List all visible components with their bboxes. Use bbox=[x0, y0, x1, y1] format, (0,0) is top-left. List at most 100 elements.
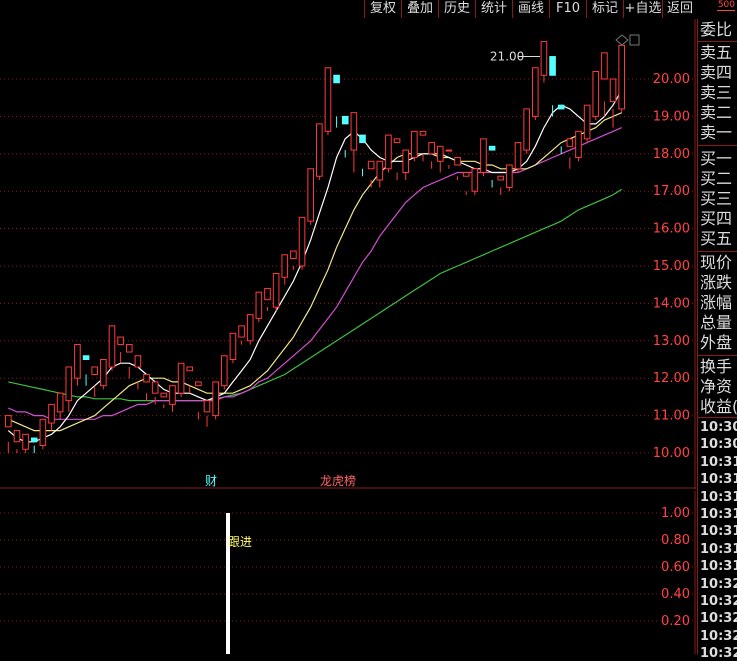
tick-time[interactable]: 10:31 bbox=[700, 508, 737, 522]
candle bbox=[428, 142, 435, 155]
tick-time[interactable]: 10:31 bbox=[700, 542, 737, 557]
statistics-button[interactable]: 统计 bbox=[475, 0, 512, 18]
candle bbox=[419, 130, 427, 136]
candle bbox=[169, 385, 176, 405]
tick-time[interactable]: 10:31 bbox=[700, 525, 737, 539]
panel-row-bid2: 买二 bbox=[700, 169, 733, 188]
history-button[interactable]: 历史 bbox=[438, 0, 475, 18]
panel-separator bbox=[698, 355, 737, 356]
panel-row-outer: 外盘 bbox=[700, 333, 733, 352]
tick-time[interactable]: 10:32 bbox=[700, 577, 737, 592]
candle bbox=[557, 104, 565, 110]
candle bbox=[281, 254, 289, 278]
financial-marker[interactable]: 财 bbox=[205, 474, 217, 488]
panel-row-ask4: 卖四 bbox=[700, 63, 733, 82]
tick-time[interactable]: 10:31 bbox=[700, 455, 737, 470]
candle bbox=[583, 104, 591, 140]
tick-time[interactable]: 10:31 bbox=[700, 473, 737, 487]
candle bbox=[488, 145, 496, 151]
panel-row-change: 涨跌 bbox=[700, 273, 733, 292]
add-watchlist-button[interactable]: +自选 bbox=[623, 0, 662, 18]
panel-row-change-pct: 涨幅 bbox=[700, 293, 733, 312]
candle bbox=[65, 366, 73, 402]
candle bbox=[497, 175, 505, 181]
panel-separator bbox=[698, 417, 737, 418]
candle bbox=[601, 52, 608, 80]
candle bbox=[13, 430, 21, 443]
overlay-button[interactable]: 叠加 bbox=[401, 0, 438, 18]
panel-row-ask1: 卖一 bbox=[700, 123, 733, 142]
quote-panel: 委比 卖五 卖四 卖三 卖二 卖一 买一 买二 买三 买四 买五 现价 涨跌 涨… bbox=[697, 19, 737, 661]
dragon-tiger-marker[interactable]: 龙虎榜 bbox=[320, 473, 356, 488]
candle bbox=[514, 142, 522, 170]
candle bbox=[436, 145, 444, 162]
tick-time[interactable]: 10:32 bbox=[700, 629, 737, 644]
candle bbox=[195, 381, 202, 387]
indicator-tick-label: 0.20 bbox=[661, 614, 690, 629]
candle bbox=[471, 168, 479, 192]
candle bbox=[82, 355, 90, 361]
tick-time[interactable]: 10:30 bbox=[700, 438, 737, 452]
candle bbox=[341, 115, 349, 125]
candle bbox=[523, 108, 530, 151]
indicator-tick-label: 0.60 bbox=[661, 560, 690, 575]
price-tick-label: 16.00 bbox=[653, 222, 690, 237]
panel-separator bbox=[698, 41, 737, 42]
candle bbox=[39, 418, 47, 447]
tick-time[interactable]: 10:30 bbox=[700, 421, 737, 435]
panel-row-bid4: 买四 bbox=[700, 209, 733, 228]
draw-line-button[interactable]: 画线 bbox=[512, 0, 549, 18]
panel-separator bbox=[698, 145, 737, 146]
candle bbox=[411, 130, 418, 159]
high-annotation-label: 21.00 bbox=[490, 50, 524, 64]
tick-time[interactable]: 10:32 bbox=[700, 647, 737, 661]
candle bbox=[56, 392, 64, 413]
candle bbox=[462, 172, 470, 177]
panel-row-volume: 总量 bbox=[700, 313, 733, 332]
mark-button[interactable]: 标记 bbox=[586, 0, 623, 18]
back-button[interactable]: 返回 bbox=[662, 0, 697, 18]
tick-time[interactable]: 10:32 bbox=[700, 595, 737, 609]
f10-button[interactable]: F10 bbox=[549, 0, 586, 18]
candle bbox=[212, 381, 219, 417]
expand-icon[interactable] bbox=[629, 34, 640, 46]
candle bbox=[264, 287, 271, 301]
restore-rights-button[interactable]: 复权 bbox=[364, 0, 401, 18]
candle bbox=[609, 78, 617, 102]
tick-time[interactable]: 10:31 bbox=[700, 490, 737, 505]
candle bbox=[506, 164, 513, 188]
price-tick-label: 10.00 bbox=[653, 446, 690, 461]
candlestick-chart[interactable]: 20.00 19.00 18.00 17.00 16.00 15.00 14.00 13.00… bbox=[0, 19, 696, 489]
candle bbox=[402, 149, 410, 173]
candle bbox=[30, 437, 38, 443]
candle bbox=[324, 67, 332, 132]
candle bbox=[177, 362, 185, 394]
indicator-tick-label: 1.00 bbox=[661, 506, 690, 521]
candle bbox=[160, 392, 168, 398]
top-line bbox=[717, 10, 735, 11]
panel-row-price: 现价 bbox=[700, 253, 733, 272]
candle bbox=[229, 332, 237, 361]
panel-row-bid3: 买三 bbox=[700, 189, 733, 208]
tick-time[interactable]: 10:31 bbox=[700, 560, 737, 574]
diamond-icon[interactable] bbox=[615, 34, 629, 46]
candle bbox=[100, 359, 107, 387]
candle bbox=[350, 112, 358, 151]
price-tick-label: 14.00 bbox=[653, 296, 690, 311]
candle bbox=[48, 403, 55, 424]
panel-row-eps: 收益( bbox=[700, 397, 737, 416]
price-tick-label: 13.00 bbox=[653, 334, 690, 349]
candle bbox=[575, 130, 582, 159]
panel-row-ask3: 卖三 bbox=[700, 83, 733, 102]
candle bbox=[333, 74, 340, 84]
candle bbox=[454, 157, 461, 166]
indicator-chart[interactable]: 1.00 0.80 0.60 0.40 0.20 跟进 bbox=[0, 491, 696, 654]
price-tick-label: 20.00 bbox=[653, 72, 690, 87]
tick-time[interactable]: 10:32 bbox=[700, 612, 737, 626]
candle bbox=[393, 138, 401, 144]
candle bbox=[203, 400, 211, 413]
candle bbox=[307, 168, 314, 222]
panel-row-bid5: 买五 bbox=[700, 229, 733, 248]
candle bbox=[385, 134, 392, 170]
candle bbox=[445, 149, 453, 152]
